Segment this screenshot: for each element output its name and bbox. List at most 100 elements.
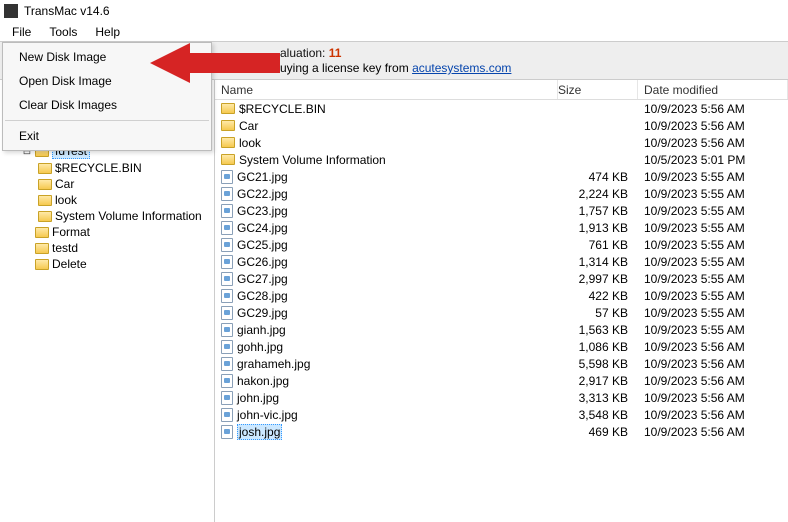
file-name: GC21.jpg	[237, 170, 288, 184]
list-row[interactable]: hakon.jpg2,917 KB10/9/2023 5:56 AM	[215, 372, 788, 389]
file-date: 10/9/2023 5:55 AM	[638, 306, 788, 320]
file-icon	[221, 187, 233, 201]
file-name: GC26.jpg	[237, 255, 288, 269]
file-clear-disk-images[interactable]: Clear Disk Images	[3, 93, 211, 117]
list-row[interactable]: josh.jpg 469 KB10/9/2023 5:56 AM	[215, 423, 788, 440]
file-icon	[221, 289, 233, 303]
file-size: 761 KB	[558, 238, 638, 252]
folder-icon	[38, 211, 52, 222]
tree-item[interactable]: testd	[4, 240, 214, 256]
file-icon	[221, 425, 233, 439]
list-row[interactable]: GC22.jpg2,224 KB10/9/2023 5:55 AM	[215, 185, 788, 202]
list-row[interactable]: gianh.jpg 1,563 KB10/9/2023 5:55 AM	[215, 321, 788, 338]
list-body[interactable]: $RECYCLE.BIN10/9/2023 5:56 AM Car 10/9/202…	[215, 100, 788, 522]
list-row[interactable]: GC21.jpg 474 KB10/9/2023 5:55 AM	[215, 168, 788, 185]
file-size: 1,913 KB	[558, 221, 638, 235]
file-date: 10/9/2023 5:55 AM	[638, 204, 788, 218]
evaluation-value: 11	[329, 46, 342, 60]
file-icon	[221, 272, 233, 286]
folder-icon	[35, 243, 49, 254]
tree-item[interactable]: System Volume Information	[4, 208, 214, 224]
file-name: Car	[239, 119, 258, 133]
tree-label: $RECYCLE.BIN	[55, 161, 142, 175]
file-dropdown: New Disk Image Open Disk Image Clear Dis…	[2, 42, 212, 151]
list-row[interactable]: $RECYCLE.BIN10/9/2023 5:56 AM	[215, 100, 788, 117]
tree-item[interactable]: look	[4, 192, 214, 208]
file-name: GC22.jpg	[237, 187, 288, 201]
file-size: 474 KB	[558, 170, 638, 184]
list-row[interactable]: GC29.jpg 57 KB10/9/2023 5:55 AM	[215, 304, 788, 321]
file-name: GC27.jpg	[237, 272, 288, 286]
file-date: 10/9/2023 5:56 AM	[638, 408, 788, 422]
file-name: gianh.jpg	[237, 323, 286, 337]
file-icon	[221, 255, 233, 269]
list-row[interactable]: john-vic.jpg3,548 KB10/9/2023 5:56 AM	[215, 406, 788, 423]
tree-item[interactable]: Delete	[4, 256, 214, 272]
file-size: 1,314 KB	[558, 255, 638, 269]
file-name: GC25.jpg	[237, 238, 288, 252]
file-icon	[221, 340, 233, 354]
file-size: 3,548 KB	[558, 408, 638, 422]
header-name[interactable]: Name	[215, 80, 558, 99]
file-icon	[221, 374, 233, 388]
list-row[interactable]: john.jpg3,313 KB10/9/2023 5:56 AM	[215, 389, 788, 406]
file-name: GC28.jpg	[237, 289, 288, 303]
file-date: 10/9/2023 5:55 AM	[638, 272, 788, 286]
file-date: 10/9/2023 5:55 AM	[638, 255, 788, 269]
list-row[interactable]: GC28.jpg422 KB10/9/2023 5:55 AM	[215, 287, 788, 304]
buy-text: uying a license key from	[280, 61, 412, 75]
menu-file[interactable]: File	[4, 23, 39, 41]
file-new-disk-image[interactable]: New Disk Image	[3, 45, 211, 69]
folder-icon	[38, 195, 52, 206]
list-row[interactable]: GC26.jpg 1,314 KB10/9/2023 5:55 AM	[215, 253, 788, 270]
titlebar: TransMac v14.6	[0, 0, 788, 22]
list-row[interactable]: grahameh.jpg5,598 KB10/9/2023 5:56 AM	[215, 355, 788, 372]
tree-item[interactable]: $RECYCLE.BIN	[4, 160, 214, 176]
file-name: gohh.jpg	[237, 340, 283, 354]
tree-item[interactable]: Format	[4, 224, 214, 240]
list-row[interactable]: GC24.jpg1,913 KB10/9/2023 5:55 AM	[215, 219, 788, 236]
file-date: 10/9/2023 5:56 AM	[638, 119, 788, 133]
file-icon	[221, 204, 233, 218]
folder-icon	[221, 103, 235, 114]
folder-icon	[38, 179, 52, 190]
list-row[interactable]: System Volume Information10/5/2023 5:01 …	[215, 151, 788, 168]
file-size: 469 KB	[558, 425, 638, 439]
file-name: GC29.jpg	[237, 306, 288, 320]
file-name: GC23.jpg	[237, 204, 288, 218]
menu-separator	[5, 120, 209, 121]
tree-item[interactable]: Car	[4, 176, 214, 192]
file-name: josh.jpg	[237, 424, 282, 440]
list-row[interactable]: gohh.jpg 1,086 KB10/9/2023 5:56 AM	[215, 338, 788, 355]
file-date: 10/9/2023 5:56 AM	[638, 425, 788, 439]
header-date[interactable]: Date modified	[638, 80, 788, 99]
file-icon	[221, 357, 233, 371]
list-row[interactable]: GC23.jpg1,757 KB10/9/2023 5:55 AM	[215, 202, 788, 219]
tree-label: Car	[55, 177, 74, 191]
menu-help[interactable]: Help	[87, 23, 128, 41]
file-size: 57 KB	[558, 306, 638, 320]
folder-icon	[221, 154, 235, 165]
file-size: 1,086 KB	[558, 340, 638, 354]
file-open-disk-image[interactable]: Open Disk Image	[3, 69, 211, 93]
file-size: 5,598 KB	[558, 357, 638, 371]
file-icon	[221, 391, 233, 405]
list-row[interactable]: look10/9/2023 5:56 AM	[215, 134, 788, 151]
file-date: 10/9/2023 5:56 AM	[638, 340, 788, 354]
file-size: 1,563 KB	[558, 323, 638, 337]
file-name: john.jpg	[237, 391, 279, 405]
tree-label: Delete	[52, 257, 87, 271]
list-row[interactable]: Car 10/9/2023 5:56 AM	[215, 117, 788, 134]
file-exit[interactable]: Exit	[3, 124, 211, 148]
buy-link[interactable]: acutesystems.com	[412, 61, 511, 75]
file-date: 10/9/2023 5:55 AM	[638, 323, 788, 337]
list-row[interactable]: GC27.jpg2,997 KB10/9/2023 5:55 AM	[215, 270, 788, 287]
file-icon	[221, 221, 233, 235]
window-title: TransMac v14.6	[24, 4, 110, 18]
file-date: 10/9/2023 5:55 AM	[638, 170, 788, 184]
list-row[interactable]: GC25.jpg761 KB10/9/2023 5:55 AM	[215, 236, 788, 253]
menu-tools[interactable]: Tools	[41, 23, 85, 41]
folder-icon	[221, 137, 235, 148]
header-size[interactable]: Size	[558, 80, 638, 99]
folder-icon	[35, 259, 49, 270]
